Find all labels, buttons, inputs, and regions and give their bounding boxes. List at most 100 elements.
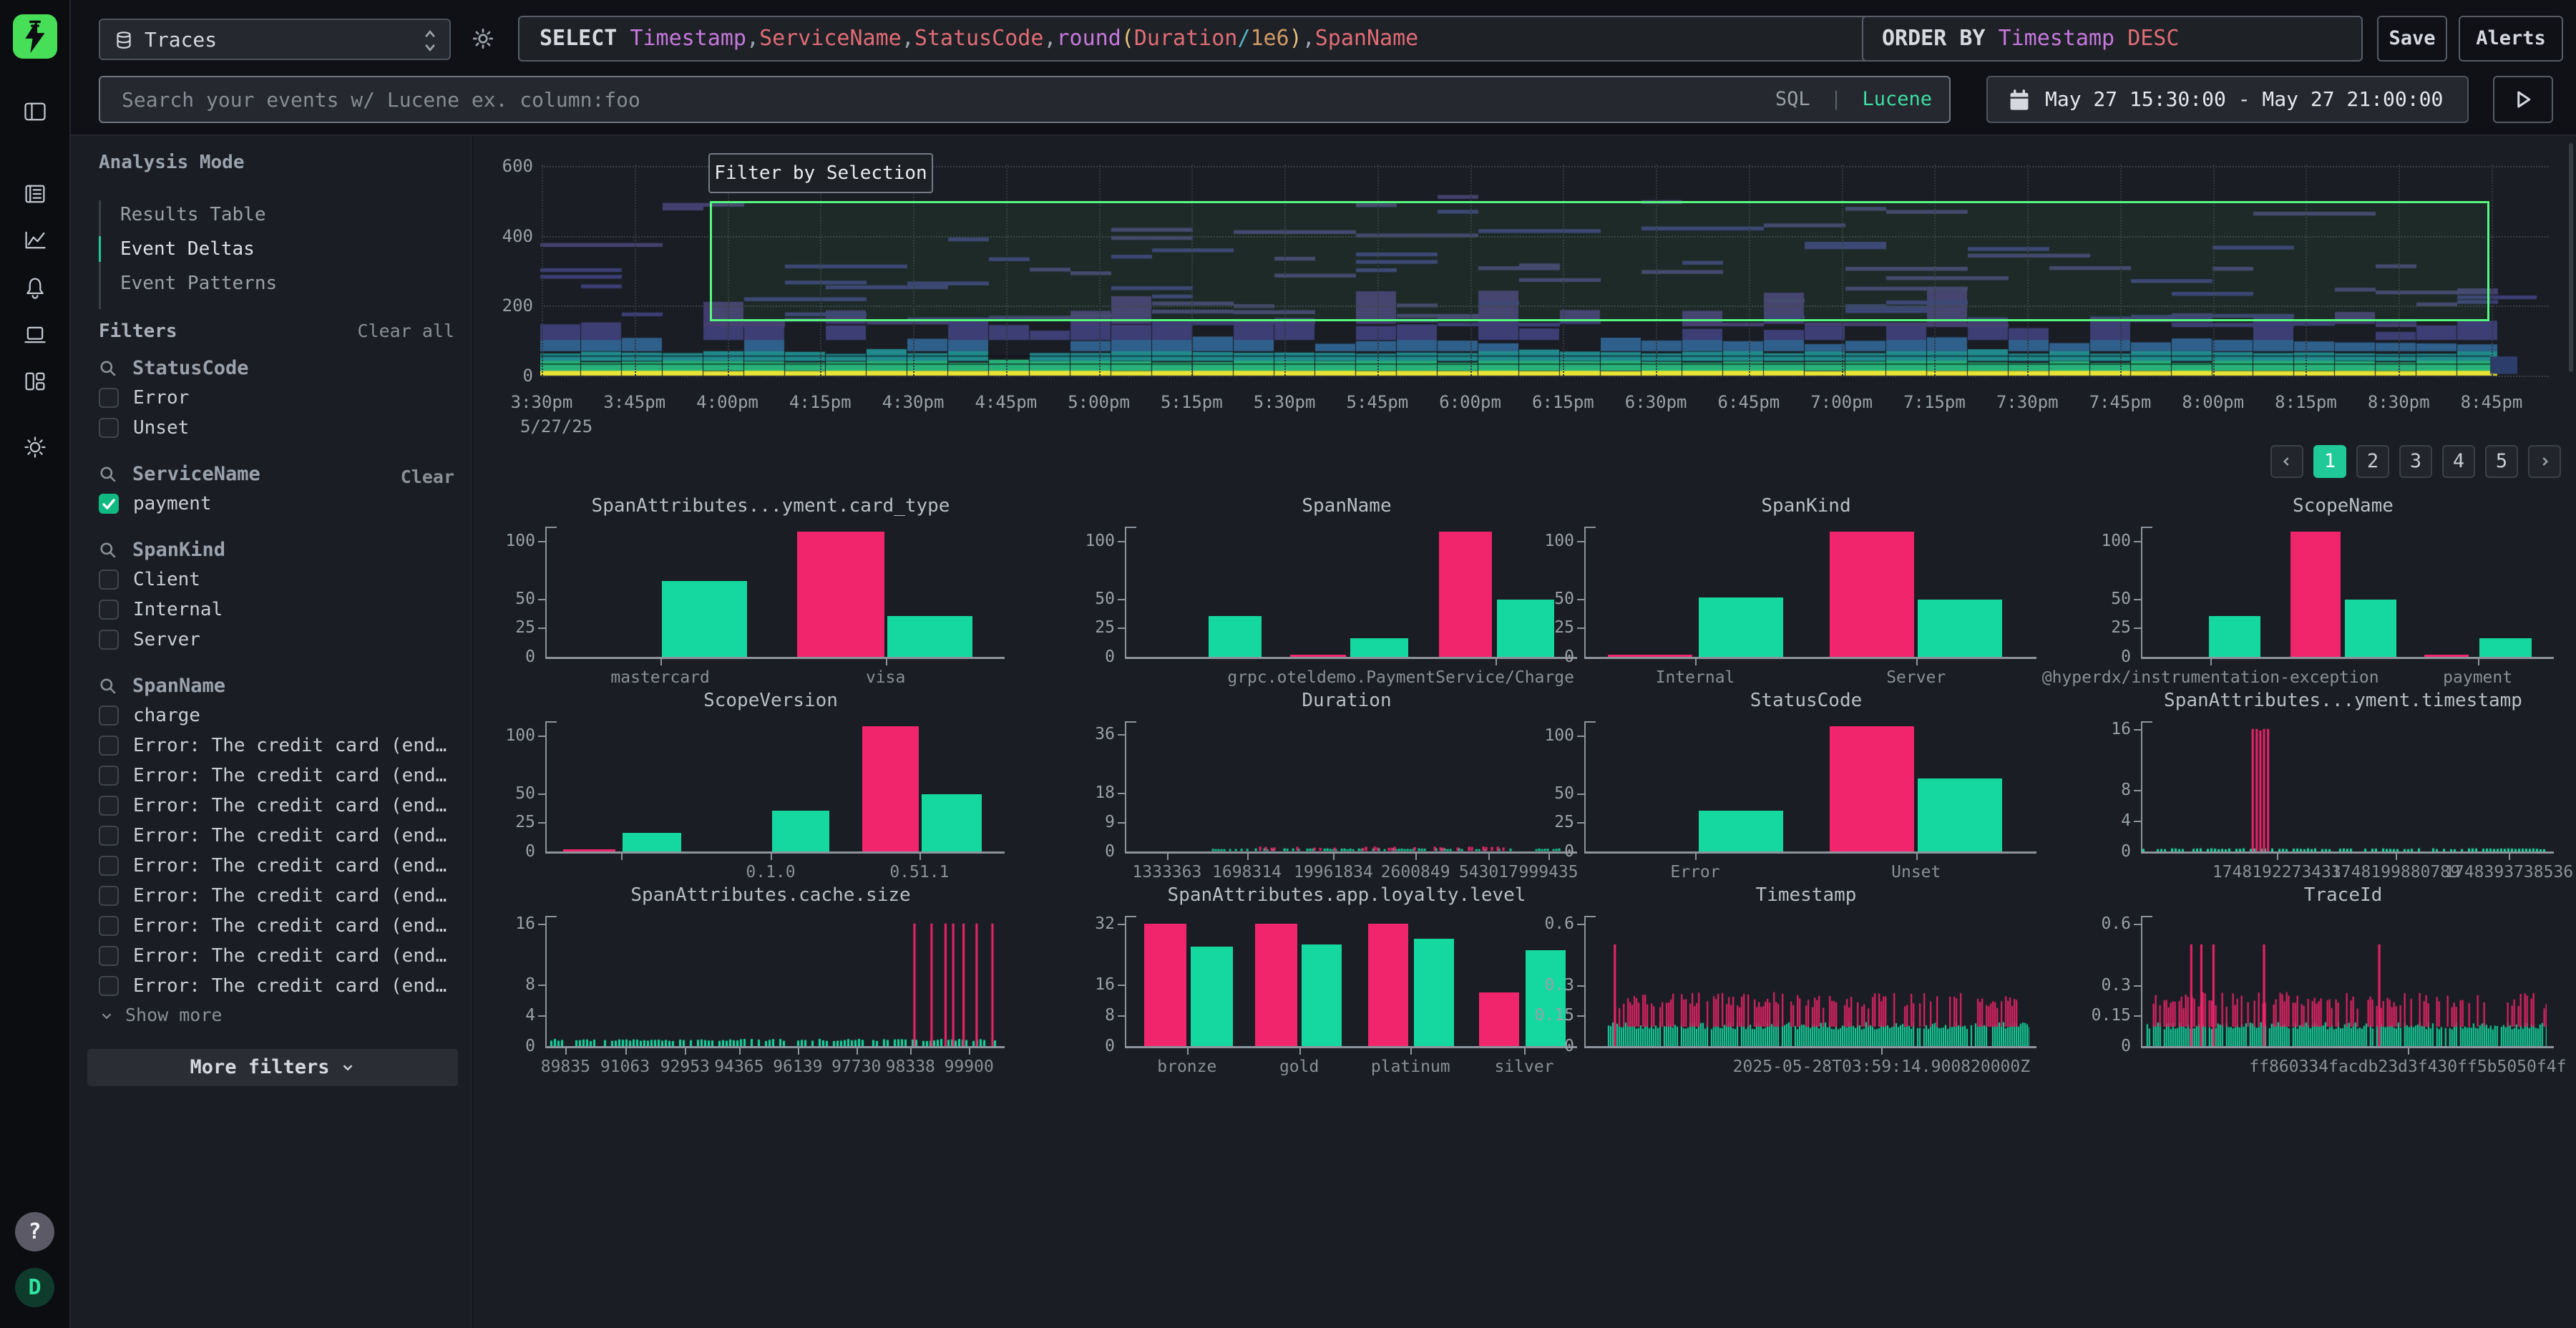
save-button[interactable]: Save (2377, 16, 2447, 62)
mini-chart-scopename: ScopeName02550100@hyperdx/instrumentatio… (2075, 495, 2551, 710)
pagination-page-3[interactable]: 3 (2399, 445, 2432, 478)
checkbox[interactable] (99, 630, 119, 650)
sql-toggle[interactable]: SQL (1775, 88, 1810, 110)
y-tick-label: 0.15 (1518, 1006, 1574, 1025)
analysis-mode-item-event-patterns[interactable]: Event Patterns (99, 266, 457, 301)
checkbox[interactable] (99, 946, 119, 966)
bell-icon[interactable] (22, 275, 48, 301)
panel-left-icon[interactable] (22, 99, 48, 125)
pagination-page-2[interactable]: 2 (2356, 445, 2389, 478)
query-token: ServiceName (759, 26, 902, 51)
analysis-mode-item-event-deltas[interactable]: Event Deltas (99, 232, 457, 266)
checkbox[interactable] (99, 976, 119, 996)
filter-option[interactable]: Error: The credit card (end… (71, 851, 472, 881)
pagination-page-1[interactable]: 1 (2313, 445, 2346, 478)
checkbox[interactable] (99, 916, 119, 936)
checkbox[interactable] (99, 418, 119, 438)
x-tick-label: 98338 (886, 1058, 935, 1076)
run-query-button[interactable] (2493, 76, 2553, 123)
mini-chart-timestamp: Timestamp00.150.30.62025-05-28T03:59:14.… (1518, 884, 2034, 1099)
filter-option[interactable]: Error (71, 383, 472, 413)
more-filters-button[interactable]: More filters (87, 1049, 458, 1086)
filter-option[interactable]: Error: The credit card (end… (71, 731, 472, 761)
source-selector[interactable]: Traces (99, 19, 451, 60)
filter-option[interactable]: Error: The credit card (end… (71, 911, 472, 941)
filter-by-selection-tooltip[interactable]: Filter by Selection (708, 153, 933, 193)
lucene-toggle[interactable]: Lucene (1862, 88, 1932, 110)
bar-selection (1368, 924, 1408, 1046)
heatmap-x-tick: 7:45pm (2089, 392, 2152, 412)
heatmap-selection-rect[interactable] (710, 201, 2489, 321)
x-tick-label: 91063 (600, 1058, 650, 1076)
scrollbar[interactable] (2569, 143, 2573, 372)
checkbox[interactable] (99, 826, 119, 846)
layout-grid-icon[interactable] (22, 368, 48, 394)
avatar[interactable]: D (15, 1268, 54, 1307)
x-tick-label: @hyperdx/instrumentation-exception (2042, 668, 2379, 687)
pagination-next[interactable] (2528, 445, 2561, 478)
y-tick-label: 16 (479, 914, 535, 933)
y-tick-label: 25 (1059, 618, 1115, 637)
pagination-page-5[interactable]: 5 (2485, 445, 2518, 478)
filter-option[interactable]: Server (71, 625, 472, 655)
clear-all-link[interactable]: Clear all (358, 321, 454, 341)
help-button[interactable]: ? (15, 1212, 54, 1251)
pagination-prev[interactable] (2270, 445, 2303, 478)
filter-option[interactable]: Error: The credit card (end… (71, 761, 472, 791)
show-more-link[interactable]: Show more (71, 1001, 472, 1030)
heatmap-x-tick: 8:15pm (2275, 392, 2337, 412)
filter-option-label: Unset (133, 413, 189, 443)
mini-chart-title: SpanAttributes...yment.card_type (545, 495, 996, 517)
filter-option[interactable]: Internal (71, 595, 472, 625)
pagination-page-4[interactable]: 4 (2442, 445, 2475, 478)
filter-option[interactable]: charge (71, 700, 472, 731)
checkbox[interactable] (99, 600, 119, 620)
laptop-icon[interactable] (22, 322, 48, 348)
checkbox[interactable] (99, 388, 119, 408)
checkbox[interactable] (99, 796, 119, 816)
analysis-mode-item-results-table[interactable]: Results Table (99, 197, 457, 232)
stripe-canvas (2142, 721, 2547, 851)
checkbox[interactable] (99, 886, 119, 906)
gear-icon[interactable] (22, 434, 48, 460)
checkbox[interactable] (99, 766, 119, 786)
checkbox[interactable] (99, 706, 119, 726)
filter-option[interactable]: Error: The credit card (end… (71, 941, 472, 971)
x-tick-label: visa (866, 668, 905, 687)
y-tick-label: 8 (1059, 1006, 1115, 1025)
query-language-toggle[interactable]: SQL | Lucene (1775, 77, 1932, 122)
bar-selection (862, 726, 919, 852)
checkbox[interactable] (99, 856, 119, 876)
orderby-input[interactable]: ORDER BY Timestamp DESC (1862, 16, 2363, 62)
mini-chart-duration: Duration09183613333631698314199618342600… (1059, 690, 1574, 904)
bar-baseline (662, 581, 748, 657)
clear-link[interactable]: Clear (401, 463, 454, 492)
filter-group-name: StatusCode (132, 357, 249, 379)
search-input[interactable] (100, 77, 1746, 122)
mini-chart-plot (1584, 916, 2028, 1046)
filter-option[interactable]: Client (71, 565, 472, 595)
filter-option[interactable]: Error: The credit card (end… (71, 791, 472, 821)
filter-option[interactable]: Unset (71, 413, 472, 443)
app-logo[interactable] (13, 14, 57, 59)
y-tick-label: 25 (2075, 618, 2131, 637)
date-range-picker[interactable]: May 27 15:30:00 - May 27 21:00:00 (1986, 76, 2469, 123)
source-settings-gear-icon[interactable] (462, 17, 504, 60)
heatmap-x-tick: 3:45pm (603, 392, 665, 412)
x-tick-label: Error (1670, 863, 1719, 882)
alerts-button[interactable]: Alerts (2459, 16, 2563, 62)
y-tick-label: 0 (1518, 1037, 1574, 1055)
heatmap-x-tick: 5:45pm (1346, 392, 1408, 412)
checkbox-checked[interactable] (99, 494, 119, 514)
y-tick-label: 18 (1059, 783, 1115, 802)
line-chart-icon[interactable] (22, 227, 48, 253)
filter-option[interactable]: Error: The credit card (end… (71, 881, 472, 911)
filter-option[interactable]: Error: The credit card (end… (71, 821, 472, 851)
bar-baseline (2345, 600, 2396, 657)
checkbox[interactable] (99, 570, 119, 590)
filter-option[interactable]: Error: The credit card (end… (71, 971, 472, 1001)
checkbox[interactable] (99, 736, 119, 756)
select-query-input[interactable]: SELECT Timestamp,ServiceName,StatusCode,… (518, 16, 1922, 62)
filter-option[interactable]: payment (71, 489, 472, 519)
notebook-icon[interactable] (22, 181, 48, 207)
